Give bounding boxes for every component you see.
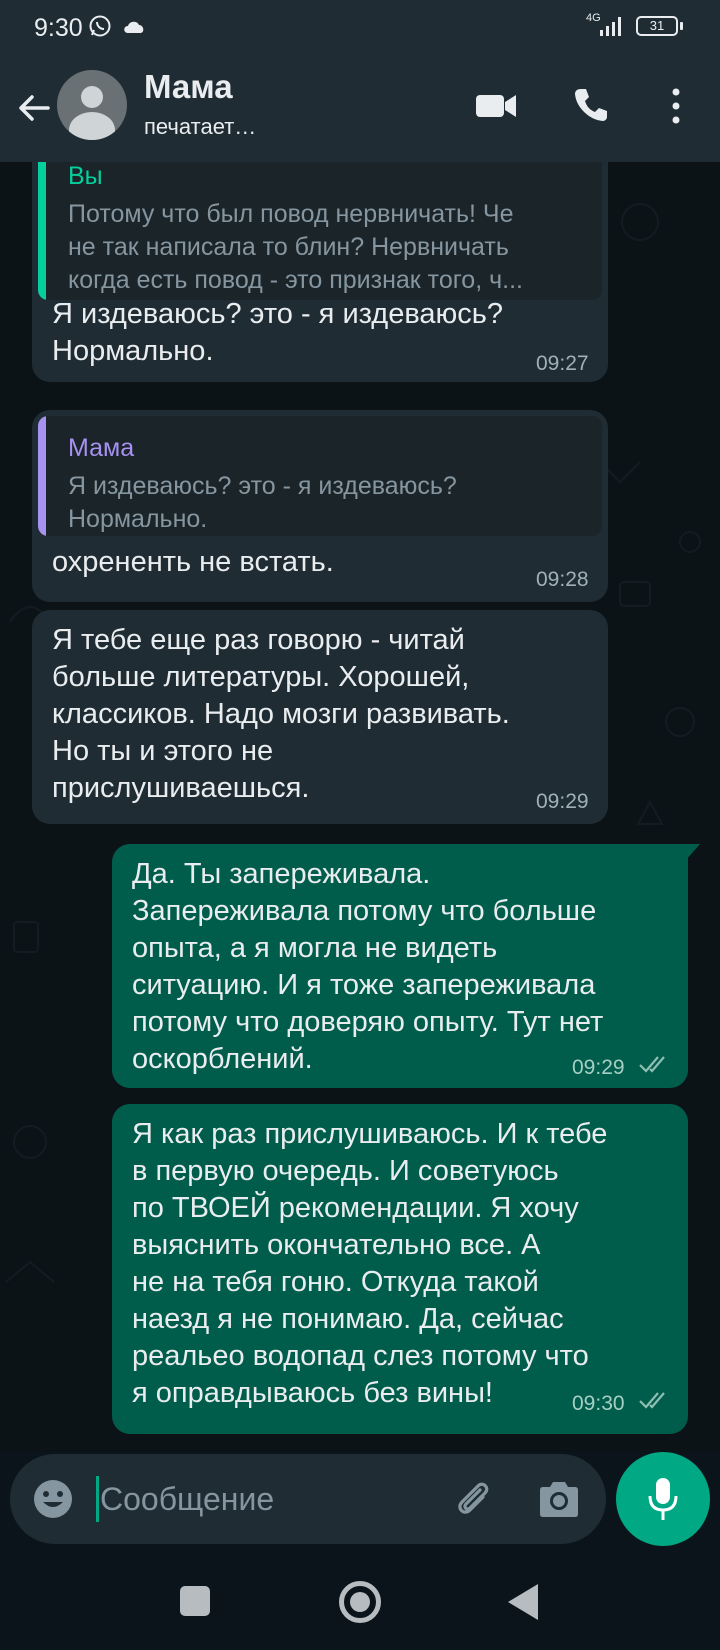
message-text: Я тебе еще раз говорю - читай больше лит… [52, 624, 510, 804]
message-time: 09:29 [536, 790, 589, 813]
home-button[interactable] [339, 1581, 381, 1623]
video-call-icon[interactable] [474, 90, 518, 122]
cloud-icon [124, 21, 144, 33]
system-nav-bar [0, 1564, 720, 1650]
quote-text: Я издеваюсь? это - я издеваюсь? Нормальн… [68, 472, 457, 533]
message-bubble-incoming[interactable]: Вы Потому что был повод нервничать! Че н… [32, 162, 608, 382]
quote-author: Мама [68, 434, 135, 462]
composer-bar [0, 1452, 720, 1564]
message-time: 09:28 [536, 568, 589, 591]
battery-tip [680, 22, 683, 30]
message-input[interactable] [100, 1474, 400, 1524]
text-caret [96, 1476, 99, 1522]
whatsapp-icon [89, 15, 111, 37]
read-receipt-icon [639, 1392, 665, 1409]
message-text: Я как раз прислушиваюсь. И к тебе в перв… [132, 1118, 608, 1409]
recent-apps-button[interactable] [180, 1586, 210, 1616]
message-text: Я издеваюсь? это - я издеваюсь? Нормальн… [52, 298, 504, 367]
message-bubble-incoming[interactable]: Я тебе еще раз говорю - читай больше лит… [32, 610, 608, 824]
bubble-tail [686, 844, 700, 860]
system-back-button[interactable] [508, 1584, 538, 1620]
read-receipt-icon [639, 1056, 665, 1073]
message-text: Да. Ты запереживала. Запереживала потому… [132, 858, 604, 1075]
message-bubble-outgoing[interactable]: Я как раз прислушиваюсь. И к тебе в перв… [112, 1104, 688, 1434]
mic-icon [648, 1478, 678, 1520]
message-time: 09:29 [572, 1056, 625, 1079]
battery-icon: 31 [636, 16, 678, 36]
contact-name[interactable]: Мама [144, 68, 233, 106]
message-time: 09:30 [572, 1392, 625, 1415]
contact-status: печатает… [144, 114, 257, 139]
message-bubble-outgoing[interactable]: Да. Ты запереживала. Запереживала потому… [112, 844, 688, 1088]
reply-quote[interactable]: Мама Я издеваюсь? это - я издеваюсь? Нор… [38, 416, 602, 536]
message-bubble-incoming[interactable]: Мама Я издеваюсь? это - я издеваюсь? Нор… [32, 410, 608, 602]
chat-area[interactable]: Вы Потому что был повод нервничать! Че н… [0, 162, 720, 1452]
message-time: 09:27 [536, 352, 589, 375]
status-bar: 9:30 4G 31 [0, 0, 720, 56]
back-arrow-icon[interactable] [14, 88, 54, 128]
status-time: 9:30 [34, 14, 83, 42]
quote-bar [38, 162, 46, 300]
quote-text: Потому что был повод нервничать! Че не т… [68, 200, 523, 294]
avatar[interactable] [57, 70, 127, 140]
quote-bar [38, 416, 46, 536]
more-options-icon[interactable] [664, 86, 688, 126]
emoji-icon[interactable] [32, 1478, 74, 1520]
avatar-body [69, 112, 115, 140]
message-input-box[interactable] [10, 1454, 606, 1544]
voice-call-icon[interactable] [572, 86, 610, 124]
voice-record-button[interactable] [616, 1452, 710, 1546]
battery-level: 31 [649, 18, 665, 33]
avatar-head [81, 86, 103, 108]
message-text: охрененть не встать. [52, 546, 334, 578]
quote-author: Вы [68, 162, 103, 190]
attach-icon[interactable] [450, 1476, 496, 1522]
reply-quote[interactable]: Вы Потому что был повод нервничать! Че н… [38, 162, 602, 300]
chat-header: Мама печатает… [0, 56, 720, 162]
camera-icon[interactable] [536, 1478, 582, 1520]
signal-icon [600, 17, 621, 36]
